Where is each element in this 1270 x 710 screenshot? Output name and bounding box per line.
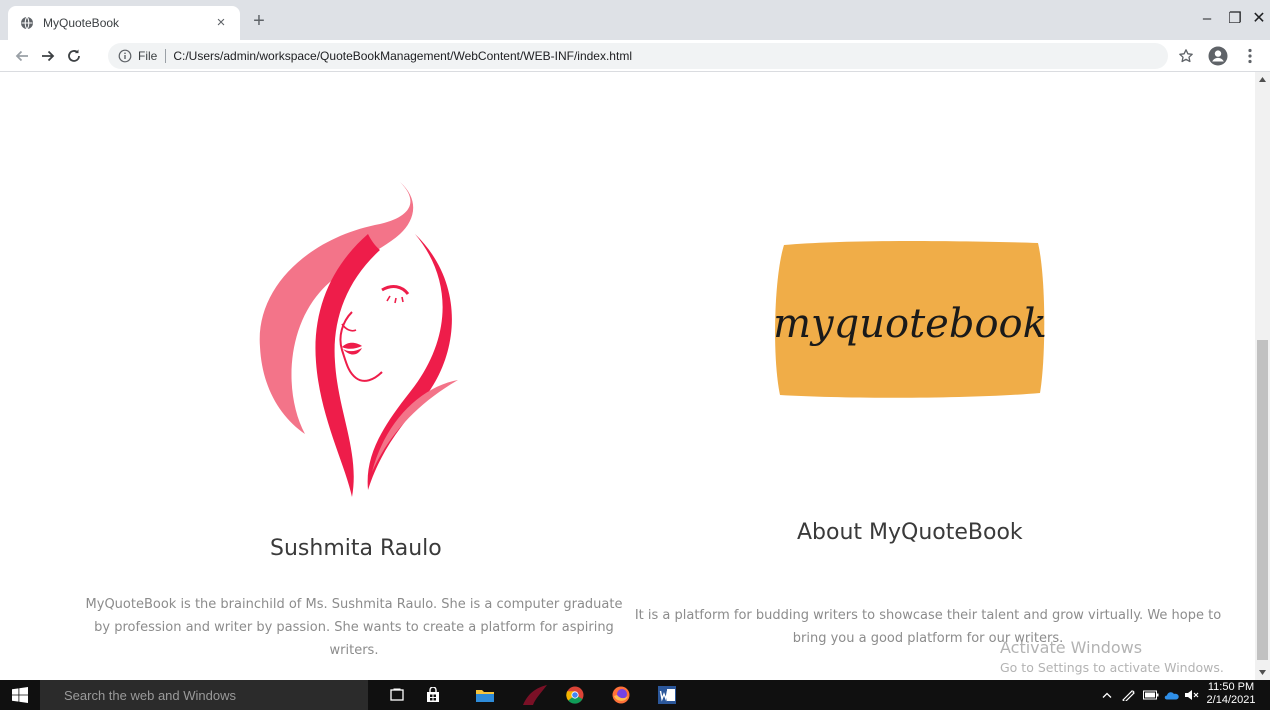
close-tab-icon[interactable]: ×: [212, 14, 230, 32]
file-explorer-icon[interactable]: [468, 680, 502, 710]
pen-workspace-icon[interactable]: [1119, 680, 1139, 710]
scroll-down-arrow-icon[interactable]: [1255, 665, 1270, 680]
clock-date: 2/14/2021: [1206, 694, 1256, 706]
founder-name-heading: Sushmita Raulo: [270, 536, 442, 561]
activate-windows-watermark: Activate Windows Go to Settings to activ…: [1000, 637, 1224, 677]
founder-description: MyQuoteBook is the brainchild of Ms. Sus…: [85, 597, 623, 658]
new-tab-button[interactable]: +: [248, 10, 270, 32]
address-bar[interactable]: File C:/Users/admin/workspace/QuoteBookM…: [108, 43, 1168, 69]
taskbar-app-thumbnail-icon[interactable]: [514, 680, 554, 710]
arrow-left-icon: [15, 50, 28, 62]
task-view-icon[interactable]: [380, 680, 414, 710]
globe-icon: [20, 16, 34, 30]
windows-start-icon[interactable]: [0, 680, 40, 710]
founder-logo-image: [259, 182, 458, 497]
scrollbar-thumb[interactable]: [1257, 340, 1268, 660]
taskbar-clock[interactable]: 11:50 PM 2/14/2021: [1200, 681, 1262, 709]
clock-time: 11:50 PM: [1207, 681, 1255, 693]
reload-button[interactable]: [62, 44, 86, 68]
chrome-icon[interactable]: [558, 680, 592, 710]
page-viewport: myquotebook Sushmita Raulo About MyQuote…: [0, 72, 1255, 680]
firefox-icon[interactable]: [604, 680, 638, 710]
volume-muted-icon[interactable]: [1182, 680, 1202, 710]
browser-tab[interactable]: MyQuoteBook ×: [8, 6, 240, 40]
tab-title: MyQuoteBook: [43, 16, 120, 30]
word-icon[interactable]: [650, 680, 684, 710]
browser-tab-strip: MyQuoteBook × + – ❐ ✕: [0, 0, 1270, 40]
info-icon[interactable]: [118, 49, 132, 63]
browser-toolbar: File C:/Users/admin/workspace/QuoteBookM…: [0, 40, 1270, 72]
windows-taskbar: Search the web and Windows 11:50 PM 2/14…: [0, 680, 1270, 710]
profile-icon[interactable]: [1206, 44, 1230, 68]
taskbar-search-box[interactable]: Search the web and Windows: [40, 680, 368, 710]
back-button[interactable]: [10, 44, 34, 68]
battery-icon[interactable]: [1141, 680, 1161, 710]
address-separator: [165, 49, 167, 63]
close-window-button[interactable]: ✕: [1244, 6, 1270, 32]
minimize-button[interactable]: –: [1192, 6, 1222, 32]
url-text[interactable]: C:/Users/admin/workspace/QuoteBookManage…: [173, 49, 632, 63]
url-scheme: File: [138, 49, 158, 63]
arrow-right-icon: [42, 50, 55, 62]
taskbar-search-placeholder: Search the web and Windows: [64, 687, 236, 703]
scroll-up-arrow-icon[interactable]: [1255, 72, 1270, 87]
page-scrollbar[interactable]: [1255, 72, 1270, 680]
watermark-subtitle: Go to Settings to activate Windows.: [1000, 660, 1224, 675]
bookmark-star-icon[interactable]: [1174, 44, 1198, 68]
logo-wordmark: myquotebook: [773, 301, 1047, 347]
reload-icon: [68, 49, 80, 62]
watermark-title: Activate Windows: [1000, 638, 1143, 657]
menu-kebab-icon[interactable]: [1238, 44, 1262, 68]
store-icon[interactable]: [416, 680, 450, 710]
screen: MyQuoteBook × + – ❐ ✕ File C:/Users/admi…: [0, 0, 1270, 710]
about-heading: About MyQuoteBook: [797, 520, 1023, 545]
myquotebook-logo-image: myquotebook: [773, 241, 1047, 398]
tray-chevron-up-icon[interactable]: [1098, 680, 1116, 710]
onedrive-cloud-icon[interactable]: [1162, 680, 1182, 710]
forward-button[interactable]: [36, 44, 60, 68]
